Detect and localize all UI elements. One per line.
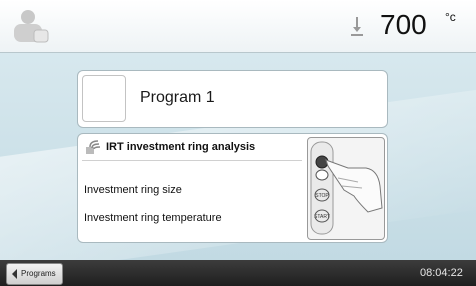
bottom-bar: Programs 08:04:22 bbox=[0, 260, 476, 286]
program-name: Program 1 bbox=[140, 89, 215, 106]
back-button-label: Programs bbox=[21, 269, 56, 278]
irt-illustration: STOP START bbox=[307, 137, 385, 240]
status-bar: 700 °c bbox=[0, 0, 476, 53]
program-card[interactable]: Program 1 bbox=[77, 70, 388, 128]
arrow-down-icon bbox=[351, 17, 363, 36]
chevron-left-icon bbox=[12, 269, 17, 279]
back-to-programs-button[interactable]: Programs bbox=[6, 263, 63, 285]
investment-ring-temperature-label: Investment ring temperature bbox=[84, 212, 222, 224]
irt-card[interactable]: IRT investment ring analysis Investment … bbox=[77, 133, 388, 243]
user-profile-icon[interactable] bbox=[10, 6, 50, 44]
illus-stop-label: STOP bbox=[315, 193, 329, 199]
irt-title: IRT investment ring analysis bbox=[106, 141, 256, 153]
investment-ring-size-label: Investment ring size bbox=[84, 184, 182, 196]
divider bbox=[82, 160, 302, 161]
furnace-temperature: 700 bbox=[380, 9, 427, 40]
temperature-unit: °c bbox=[445, 10, 456, 24]
program-thumbnail bbox=[82, 75, 126, 122]
clock: 08:04:22 bbox=[420, 267, 463, 279]
irt-sensor-icon bbox=[86, 140, 101, 154]
